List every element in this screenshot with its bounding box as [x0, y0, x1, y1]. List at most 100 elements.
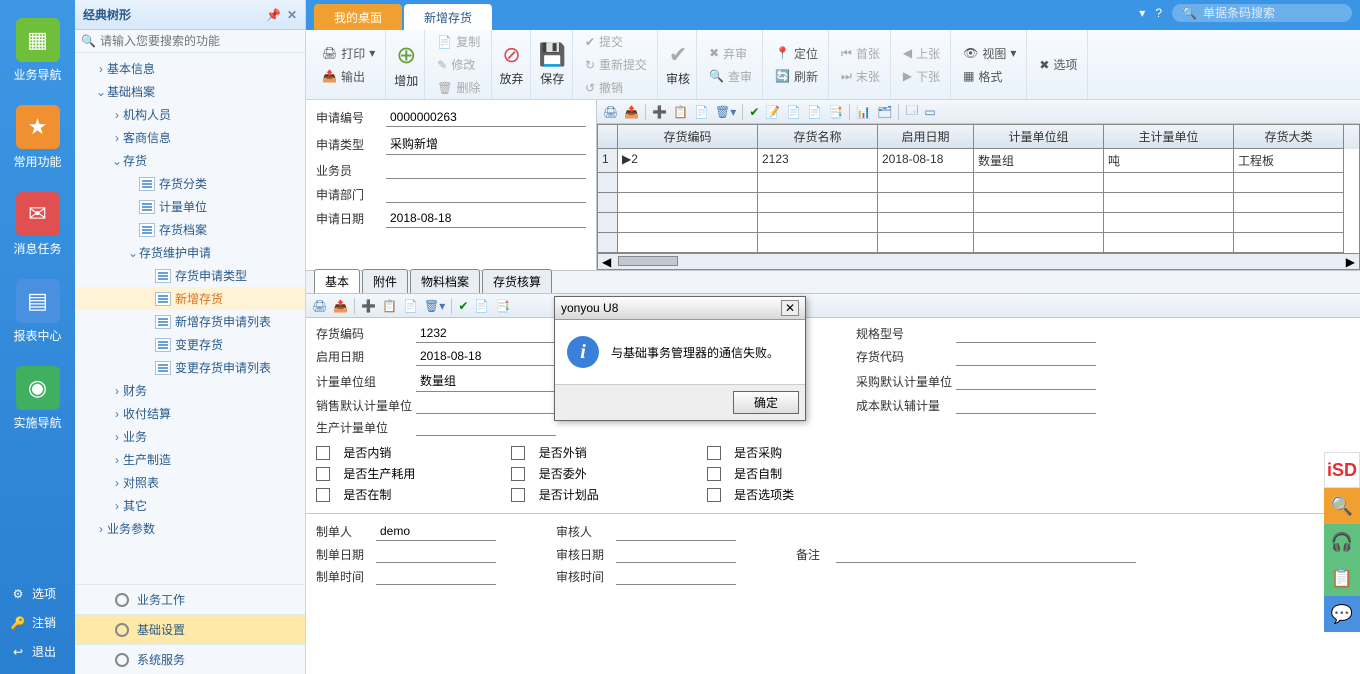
rf-support-icon[interactable]: 🎧 — [1324, 524, 1360, 560]
subtab-basic[interactable]: 基本 — [314, 269, 360, 293]
tb-blank-icon[interactable]: ▭ — [924, 105, 935, 119]
tree-node[interactable]: ›对照表 — [75, 471, 305, 494]
dept-field[interactable] — [386, 185, 586, 203]
dock-options[interactable]: ⚙选项 — [0, 579, 75, 608]
submit-button[interactable]: ✔ 提交 — [581, 31, 651, 52]
lookup-button[interactable]: 🔍 查审 — [705, 66, 756, 87]
sidebar-sys-service[interactable]: 系统服务 — [75, 644, 305, 674]
tb-delete-icon[interactable]: 🗑▾ — [715, 105, 736, 119]
dock-favorites[interactable]: ★常用功能 — [8, 105, 68, 170]
tab-dropdown-icon[interactable]: ▾ — [1139, 6, 1145, 20]
tb-copy-icon[interactable]: 📋 — [673, 105, 688, 119]
tb-doc1-icon[interactable]: 📄 — [786, 105, 801, 119]
data-grid[interactable]: 存货编码 存货名称 启用日期 计量单位组 主计量单位 存货大类 1 ▶2 212… — [597, 124, 1360, 254]
tb-chart-icon[interactable]: 📊 — [856, 105, 871, 119]
dock-exit[interactable]: ↩退出 — [0, 637, 75, 666]
rf-doc-icon[interactable]: 📋 — [1324, 560, 1360, 596]
dock-impl[interactable]: ◉实施导航 — [8, 366, 68, 431]
refresh-button[interactable]: 🔄 刷新 — [771, 66, 822, 87]
prod-unit-field[interactable] — [416, 418, 556, 436]
tb-doc3-icon[interactable]: 📑 — [828, 105, 843, 119]
tree-node[interactable]: ›其它 — [75, 494, 305, 517]
tree-node[interactable]: 变更存货申请列表 — [75, 356, 305, 379]
tree-node[interactable]: ›机构人员 — [75, 103, 305, 126]
invcode-field[interactable] — [956, 348, 1096, 366]
next-button[interactable]: ▶ 下张 — [899, 66, 944, 87]
chk-prodconsume[interactable] — [316, 467, 330, 481]
format-button[interactable]: ▦ 格式 — [959, 66, 1020, 87]
dock-reports[interactable]: ▤报表中心 — [8, 279, 68, 344]
chk-domestic[interactable] — [316, 446, 330, 460]
chk-outsource[interactable] — [511, 467, 525, 481]
barcode-search[interactable]: 🔍 — [1172, 4, 1352, 22]
spec-field[interactable] — [956, 325, 1096, 343]
copy-button[interactable]: 📄 复制 — [433, 31, 484, 52]
tree-node[interactable]: ›业务 — [75, 425, 305, 448]
tree-node[interactable]: 存货档案 — [75, 218, 305, 241]
unsubmit-button[interactable]: ↺ 撤销 — [581, 77, 651, 98]
first-button[interactable]: ⏮ 首张 — [837, 43, 884, 64]
tree-node[interactable]: 存货申请类型 — [75, 264, 305, 287]
print-button[interactable]: 🖨 打印 ▾ — [318, 43, 379, 64]
output-button[interactable]: 📤 输出 — [318, 66, 379, 87]
salesman-field[interactable] — [386, 161, 586, 179]
grid-row[interactable]: 1 ▶2 2123 2018-08-18 数量组 吨 工程板 — [598, 149, 1359, 173]
resubmit-button[interactable]: ↻ 重新提交 — [581, 54, 651, 75]
tree-node[interactable]: ›财务 — [75, 379, 305, 402]
dock-messages[interactable]: ✉消息任务 — [8, 192, 68, 257]
last-button[interactable]: ⏭ 末张 — [837, 66, 884, 87]
tree-node[interactable]: 变更存货 — [75, 333, 305, 356]
dock-logout[interactable]: 🔑注销 — [0, 608, 75, 637]
subtab-costing[interactable]: 存货核算 — [482, 269, 552, 293]
locate-button[interactable]: 📍 定位 — [771, 43, 822, 64]
audit-button[interactable]: ✔审核 — [666, 42, 690, 87]
dialog-titlebar[interactable]: yonyou U8 ✕ — [555, 297, 805, 320]
tb-paste-icon[interactable]: 📄 — [694, 105, 709, 119]
enable-date-field[interactable]: 2018-08-18 — [416, 347, 556, 366]
unapprove-button[interactable]: ✖ 弃审 — [705, 43, 756, 64]
chk-wip[interactable] — [316, 488, 330, 502]
sidebar-biz-work[interactable]: 业务工作 — [75, 584, 305, 614]
options-button[interactable]: ✖ 选项 — [1035, 54, 1081, 75]
tree-node[interactable]: 存货分类 — [75, 172, 305, 195]
tree-node[interactable]: ›基本信息 — [75, 57, 305, 80]
chk-plan[interactable] — [511, 488, 525, 502]
modify-button[interactable]: ✎ 修改 — [433, 54, 484, 75]
delete-button[interactable]: 🗑 删除 — [433, 77, 484, 98]
dtb-doc-icon[interactable]: 📄 — [474, 299, 489, 313]
tree-node[interactable]: ›收付结算 — [75, 402, 305, 425]
tree-node[interactable]: ›客商信息 — [75, 126, 305, 149]
apply-date-field[interactable]: 2018-08-18 — [386, 209, 586, 228]
chk-selfmade[interactable] — [707, 467, 721, 481]
dock-biz-nav[interactable]: ▦业务导航 — [8, 18, 68, 83]
dtb-copy-icon[interactable]: 📋 — [382, 299, 397, 313]
cost-unit-field[interactable] — [956, 396, 1096, 414]
tb-win-icon[interactable]: 🗔 — [905, 101, 918, 122]
chk-purchase[interactable] — [707, 446, 721, 460]
dialog-close-icon[interactable]: ✕ — [781, 300, 799, 316]
add-button[interactable]: ⊕增加 — [394, 41, 418, 89]
tb-card-icon[interactable]: 🗂 — [877, 105, 892, 119]
tb-doc2-icon[interactable]: 📄 — [807, 105, 822, 119]
tb-output-icon[interactable]: 📤 — [624, 105, 639, 119]
apply-no-field[interactable]: 0000000263 — [386, 108, 586, 127]
tb-note-icon[interactable]: 📝 — [765, 105, 780, 119]
dtb-delete-icon[interactable]: 🗑▾ — [424, 299, 445, 313]
tab-home[interactable]: 我的桌面 — [314, 4, 402, 30]
view-button[interactable]: 👁 视图 ▾ — [959, 43, 1020, 64]
tree-node[interactable]: ⌄存货 — [75, 149, 305, 172]
sidebar-search[interactable]: 🔍 — [75, 30, 305, 53]
sidebar-search-input[interactable] — [100, 34, 299, 48]
inv-code-field[interactable]: 1232 — [416, 324, 556, 343]
remark-field[interactable] — [836, 545, 1136, 563]
tree-node[interactable]: ›业务参数 — [75, 517, 305, 540]
tree-node[interactable]: ⌄存货维护申请 — [75, 241, 305, 264]
close-icon[interactable]: ✕ — [287, 8, 297, 22]
save-button[interactable]: 💾保存 — [539, 42, 566, 87]
sale-unit-field[interactable] — [416, 396, 556, 414]
isd-icon[interactable]: iSD — [1324, 452, 1360, 488]
dtb-output-icon[interactable]: 📤 — [333, 299, 348, 313]
dtb-doc2-icon[interactable]: 📑 — [495, 299, 510, 313]
unit-group-field[interactable]: 数量组 — [416, 370, 556, 392]
grid-hscroll[interactable]: ◀▶ — [597, 254, 1360, 270]
